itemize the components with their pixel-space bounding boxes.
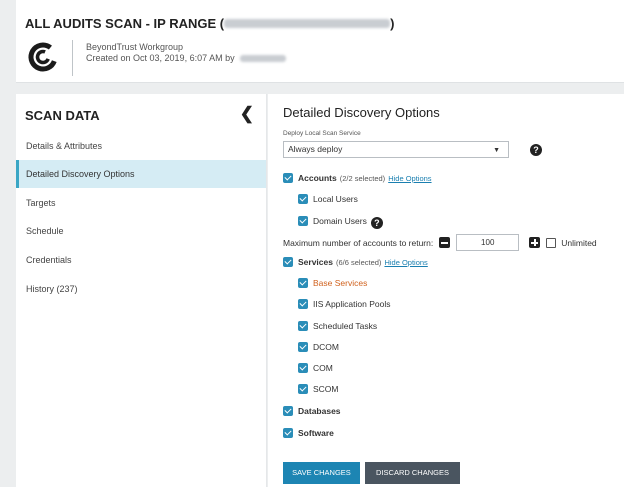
- scan-title-close: ): [390, 16, 395, 31]
- unlimited-label: Unlimited: [561, 237, 597, 248]
- scan-meta: BeyondTrust Workgroup Created on Oct 03,…: [86, 42, 287, 64]
- unlimited-checkbox[interactable]: [546, 237, 557, 248]
- databases-option: Databases: [283, 406, 341, 416]
- local-users-label: Local Users: [313, 194, 358, 204]
- scom-checkbox[interactable]: [298, 384, 308, 394]
- local-users-option: Local Users: [298, 194, 358, 204]
- sidebar-heading: SCAN DATA: [25, 108, 100, 123]
- help-icon[interactable]: ?: [530, 144, 542, 156]
- redacted-username: [240, 55, 287, 63]
- scom-option: SCOM: [298, 384, 339, 394]
- sidebar-item-schedule[interactable]: Schedule: [16, 217, 266, 245]
- domain-users-option: Domain Users ?: [298, 215, 383, 229]
- scheduled-tasks-label: Scheduled Tasks: [313, 321, 378, 331]
- software-label: Software: [298, 428, 334, 438]
- help-icon[interactable]: ?: [370, 217, 383, 229]
- header-divider: [72, 40, 73, 76]
- com-label: COM: [313, 363, 333, 373]
- caret-down-icon: ▼: [493, 147, 500, 154]
- created-info: Created on Oct 03, 2019, 6:07 AM by: [86, 53, 287, 64]
- accounts-hide-options-link[interactable]: Hide Options: [388, 174, 431, 183]
- scom-label: SCOM: [313, 384, 339, 394]
- panel-title: Detailed Discovery Options: [283, 105, 440, 120]
- organization-name: BeyondTrust Workgroup: [86, 42, 184, 52]
- save-changes-button[interactable]: SAVE CHANGES: [283, 462, 360, 484]
- iis-app-pools-checkbox[interactable]: [298, 299, 308, 309]
- local-users-checkbox[interactable]: [298, 194, 308, 204]
- increment-button[interactable]: [529, 237, 541, 248]
- accounts-checkbox[interactable]: [283, 173, 293, 183]
- services-option: Services (6/6 selected) Hide Options: [283, 257, 428, 267]
- max-accounts-label: Maximum number of accounts to return:: [283, 237, 434, 248]
- com-checkbox[interactable]: [298, 363, 308, 373]
- beyondtrust-logo-icon: [28, 42, 58, 72]
- databases-checkbox[interactable]: [283, 406, 293, 416]
- decrement-button[interactable]: [439, 237, 451, 248]
- accounts-label: Accounts: [298, 173, 337, 183]
- dcom-checkbox[interactable]: [298, 342, 308, 352]
- domain-users-checkbox[interactable]: [298, 216, 308, 226]
- redacted-ip-range: [224, 19, 391, 28]
- software-checkbox[interactable]: [283, 428, 293, 438]
- sidebar-item-credentials[interactable]: Credentials: [16, 246, 266, 274]
- scan-title-text: ALL AUDITS SCAN - IP RANGE (: [25, 16, 225, 31]
- databases-label: Databases: [298, 406, 341, 416]
- deploy-service-select[interactable]: Always deploy ▼: [283, 141, 509, 158]
- services-hide-options-link[interactable]: Hide Options: [384, 258, 427, 267]
- services-count: (6/6 selected): [335, 257, 382, 267]
- sidebar-item-targets[interactable]: Targets: [16, 189, 266, 217]
- services-checkbox[interactable]: [283, 257, 293, 267]
- dcom-label: DCOM: [313, 342, 339, 352]
- base-services-label: Base Services: [313, 278, 368, 288]
- iis-app-pools-label: IIS Application Pools: [313, 299, 391, 309]
- sidebar-item-detailed-discovery-options[interactable]: Detailed Discovery Options: [16, 160, 266, 188]
- iis-app-pools-option: IIS Application Pools: [298, 299, 391, 309]
- accounts-option: Accounts (2/2 selected) Hide Options: [283, 173, 432, 183]
- services-label: Services: [298, 257, 333, 267]
- software-option: Software: [283, 428, 334, 438]
- scheduled-tasks-option: Scheduled Tasks: [298, 321, 377, 331]
- discard-changes-button[interactable]: DISCARD CHANGES: [365, 462, 460, 484]
- detailed-discovery-panel: Detailed Discovery Options Deploy Local …: [268, 94, 624, 487]
- sidebar-item-details-attributes[interactable]: Details & Attributes: [16, 132, 266, 160]
- sidebar-item-history[interactable]: History (237): [16, 275, 266, 303]
- chevron-left-icon[interactable]: ❮: [240, 104, 254, 124]
- scheduled-tasks-checkbox[interactable]: [298, 321, 308, 331]
- base-services-option: Base Services: [298, 278, 367, 288]
- domain-users-label: Domain Users: [313, 216, 367, 226]
- max-accounts-row: Maximum number of accounts to return: 10…: [283, 234, 597, 251]
- accounts-count: (2/2 selected): [339, 173, 386, 183]
- page-header: ALL AUDITS SCAN - IP RANGE ( ) BeyondTru…: [16, 0, 624, 83]
- deploy-service-value: Always deploy: [288, 144, 343, 154]
- dcom-option: DCOM: [298, 342, 339, 352]
- deploy-service-label: Deploy Local Scan Service: [283, 130, 361, 137]
- base-services-checkbox[interactable]: [298, 278, 308, 288]
- max-accounts-input[interactable]: 100: [456, 234, 520, 251]
- scan-title: ALL AUDITS SCAN - IP RANGE ( ): [25, 16, 394, 31]
- created-on-text: Created on Oct 03, 2019, 6:07 AM by: [86, 53, 235, 63]
- com-option: COM: [298, 363, 333, 373]
- scan-data-sidebar: SCAN DATA ❮ Details & Attributes Detaile…: [16, 94, 267, 487]
